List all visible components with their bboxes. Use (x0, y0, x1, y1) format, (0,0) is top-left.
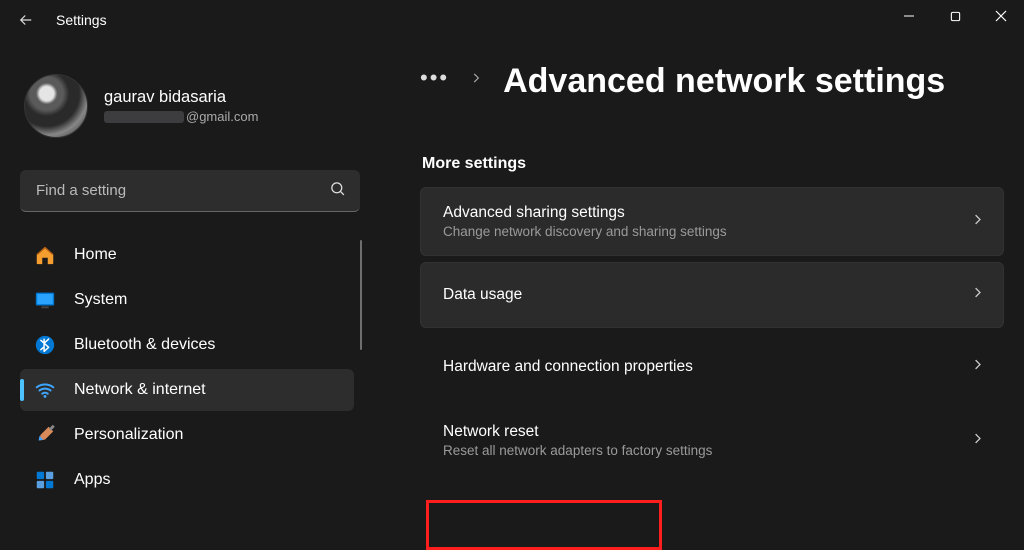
back-button[interactable] (14, 8, 38, 32)
chevron-right-icon (970, 357, 985, 377)
redacted-email-prefix (104, 111, 184, 123)
minimize-button[interactable] (886, 0, 932, 32)
window-controls (886, 0, 1024, 32)
page-title: Advanced network settings (503, 62, 945, 101)
sidebar-item-label: Network & internet (74, 381, 206, 399)
sidebar-item-label: Personalization (74, 426, 183, 444)
close-button[interactable] (978, 0, 1024, 32)
card-hardware-properties[interactable]: Hardware and connection properties (420, 334, 1004, 400)
sidebar-item-home[interactable]: Home (20, 234, 354, 276)
bluetooth-icon (34, 334, 56, 356)
sidebar-nav: Home System Bluetooth & devices Network … (20, 234, 360, 501)
card-title: Hardware and connection properties (443, 358, 693, 376)
card-data-usage[interactable]: Data usage (420, 262, 1004, 328)
card-subtitle: Change network discovery and sharing set… (443, 224, 727, 239)
card-title: Network reset (443, 423, 712, 441)
sidebar-item-system[interactable]: System (20, 279, 354, 321)
section-label: More settings (422, 155, 1004, 173)
card-title: Advanced sharing settings (443, 204, 727, 222)
wifi-icon (34, 379, 56, 401)
avatar (24, 74, 88, 138)
sidebar-item-label: Apps (74, 471, 110, 489)
profile-email: @gmail.com (104, 109, 258, 124)
sidebar-item-personalization[interactable]: Personalization (20, 414, 354, 456)
card-network-reset[interactable]: Network reset Reset all network adapters… (420, 406, 1004, 459)
maximize-button[interactable] (932, 0, 978, 32)
search-icon[interactable] (329, 180, 346, 202)
settings-card-list: Advanced sharing settings Change network… (420, 187, 1004, 459)
brush-icon (34, 424, 56, 446)
system-icon (34, 289, 56, 311)
sidebar: gaurav bidasaria @gmail.com Home (0, 40, 380, 549)
breadcrumb-ellipsis-button[interactable]: ••• (420, 67, 449, 97)
sidebar-scrollbar[interactable] (360, 240, 363, 350)
chevron-right-icon (970, 285, 985, 305)
titlebar: Settings (0, 0, 1024, 40)
card-advanced-sharing[interactable]: Advanced sharing settings Change network… (420, 187, 1004, 256)
chevron-right-icon (970, 212, 985, 232)
sidebar-item-bluetooth[interactable]: Bluetooth & devices (20, 324, 354, 366)
sidebar-item-apps[interactable]: Apps (20, 459, 354, 501)
card-subtitle: Reset all network adapters to factory se… (443, 443, 712, 458)
chevron-right-icon (469, 71, 483, 92)
chevron-right-icon (970, 431, 985, 451)
apps-icon (34, 469, 56, 491)
card-title: Data usage (443, 286, 522, 304)
window-title: Settings (56, 12, 107, 28)
search-input[interactable] (20, 170, 360, 212)
sidebar-item-label: Bluetooth & devices (74, 336, 215, 354)
sidebar-item-network[interactable]: Network & internet (20, 369, 354, 411)
home-icon (34, 244, 56, 266)
profile-name: gaurav bidasaria (104, 88, 258, 107)
search-container (20, 170, 360, 212)
sidebar-item-label: Home (74, 246, 117, 264)
breadcrumb: ••• Advanced network settings (420, 62, 1004, 101)
main-content: ••• Advanced network settings More setti… (380, 40, 1024, 549)
sidebar-item-label: System (74, 291, 127, 309)
profile-block[interactable]: gaurav bidasaria @gmail.com (20, 60, 360, 160)
